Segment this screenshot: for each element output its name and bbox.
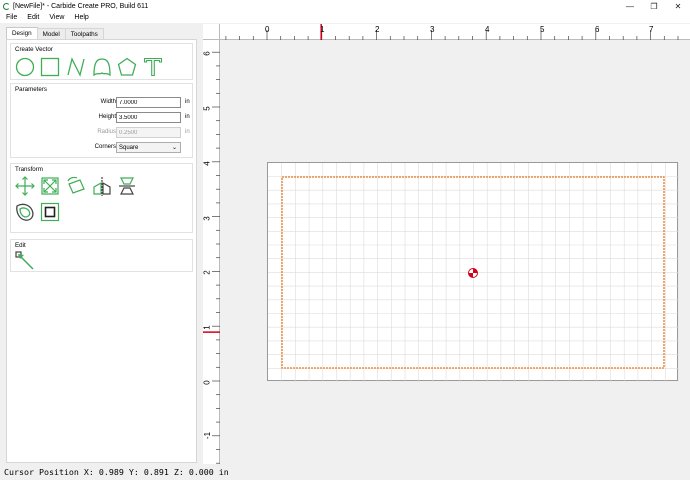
boolean-icon[interactable] — [38, 200, 62, 224]
circle-icon[interactable] — [13, 55, 37, 79]
transform-label: Transform — [15, 166, 43, 173]
width-row: Width in — [11, 97, 194, 109]
width-unit: in — [185, 99, 190, 105]
mirror-icon[interactable] — [90, 174, 114, 198]
ruler-x-label: 6 — [595, 25, 600, 34]
offset-icon[interactable] — [13, 200, 37, 224]
rotate-icon[interactable] — [64, 174, 88, 198]
parameters-group: Parameters Width in Height in Radius in — [10, 83, 193, 158]
design-canvas[interactable]: 0 1 2 3 4 5 6 7 6 5 4 3 2 1 0 -1 — [203, 24, 690, 464]
edit-group: Edit — [10, 239, 193, 272]
ruler-y-label: 0 — [202, 380, 212, 385]
create-vector-label: Create Vector — [15, 46, 53, 53]
ruler-y-label: 2 — [202, 270, 212, 275]
radius-label: Radius — [97, 129, 116, 135]
ruler-y-label: 5 — [202, 106, 212, 111]
ruler-y-label: 4 — [202, 161, 212, 166]
corners-label: Corners — [94, 144, 116, 150]
height-label: Height — [98, 114, 116, 120]
close-button[interactable]: ✕ — [666, 0, 690, 12]
stock-board[interactable] — [267, 162, 680, 382]
width-input[interactable] — [116, 97, 181, 108]
ruler-x-label: 3 — [430, 25, 435, 34]
move-icon[interactable] — [13, 174, 37, 198]
parameters-label: Parameters — [15, 86, 47, 93]
window-controls: — ❐ ✕ — [618, 0, 690, 12]
corners-row: Corners Square ⌄ — [11, 142, 194, 154]
tab-design[interactable]: Design — [6, 27, 38, 39]
status-bar: Cursor Position X: 0.989 Y: 0.891 Z: 0.0… — [0, 464, 690, 480]
panel-tabs: Design Model Toolpaths — [6, 27, 104, 39]
ruler-x-label: 7 — [649, 25, 654, 34]
align-icon[interactable] — [115, 174, 139, 198]
ruler-y-label: 3 — [202, 216, 212, 221]
height-row: Height in — [11, 112, 194, 124]
polyline-icon[interactable] — [64, 55, 88, 79]
ruler-x-label: 4 — [485, 25, 490, 34]
height-input[interactable] — [116, 112, 181, 123]
corners-selected-value: Square — [119, 144, 139, 151]
transform-group: Transform — [10, 163, 193, 233]
text-icon[interactable] — [141, 55, 165, 79]
ruler-y-label: -1 — [203, 431, 213, 440]
create-vector-group: Create Vector — [10, 43, 193, 80]
ruler-corner — [203, 24, 220, 40]
corners-select[interactable]: Square ⌄ — [116, 142, 181, 153]
menu-help[interactable]: Help — [69, 14, 93, 21]
maximize-button[interactable]: ❐ — [642, 0, 666, 12]
tab-model[interactable]: Model — [36, 28, 66, 39]
board-grid — [268, 163, 680, 382]
carbide-app-icon — [3, 2, 10, 10]
width-label: Width — [100, 99, 116, 105]
height-unit: in — [185, 114, 190, 120]
menu-edit[interactable]: Edit — [22, 14, 44, 21]
carbide-create-window: [NewFile]* - Carbide Create PRO, Build 6… — [0, 0, 690, 480]
cursor-position-readout: Cursor Position X: 0.989 Y: 0.891 Z: 0.0… — [4, 467, 229, 477]
rectangle-icon[interactable] — [38, 55, 62, 79]
polygon-icon[interactable] — [115, 55, 139, 79]
ruler-x-label: 2 — [375, 25, 380, 34]
menu-view[interactable]: View — [44, 14, 69, 21]
custom-curve-icon[interactable] — [90, 55, 114, 79]
ruler-y-label: 6 — [202, 51, 212, 56]
menu-file[interactable]: File — [0, 14, 22, 21]
ruler-x-label: 0 — [265, 25, 270, 34]
design-panel: Design Model Toolpaths Create Vector Par… — [0, 24, 199, 464]
center-marker-quadrant — [468, 273, 473, 278]
minimize-button[interactable]: — — [618, 0, 642, 12]
tab-toolpaths[interactable]: Toolpaths — [64, 28, 104, 39]
center-marker-quadrant — [473, 268, 478, 273]
title-bar: [NewFile]* - Carbide Create PRO, Build 6… — [0, 0, 690, 12]
vertical-ruler: 6 5 4 3 2 1 0 -1 — [203, 40, 220, 464]
radius-input — [116, 127, 181, 138]
ruler-y-label: 1 — [202, 325, 212, 330]
window-title: [NewFile]* - Carbide Create PRO, Build 6… — [13, 2, 149, 10]
scale-icon[interactable] — [38, 174, 62, 198]
horizontal-ruler: 0 1 2 3 4 5 6 7 — [220, 24, 690, 40]
design-tab-body: Create Vector Parameters Width 7.0000 in… — [6, 39, 197, 463]
radius-row: Radius in — [11, 127, 194, 139]
ruler-x-label: 1 — [320, 25, 325, 34]
node-edit-icon[interactable] — [13, 248, 37, 272]
chevron-down-icon: ⌄ — [171, 145, 177, 151]
ruler-x-label: 5 — [540, 25, 545, 34]
menu-bar: File Edit View Help — [0, 12, 690, 23]
radius-unit: in — [185, 129, 190, 135]
